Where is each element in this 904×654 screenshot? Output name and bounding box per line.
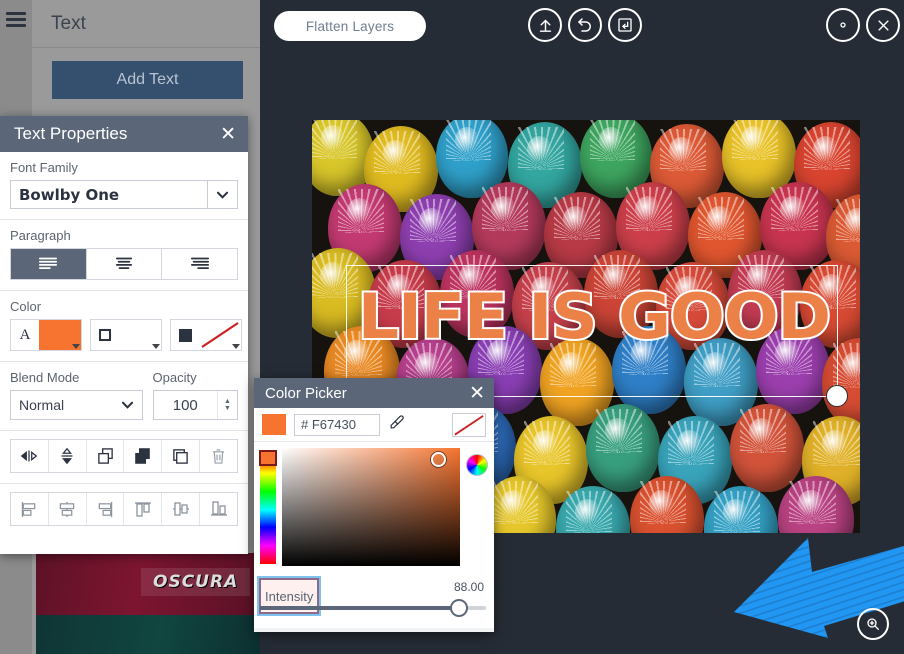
intensity-section: Intensity 88.00: [254, 570, 494, 628]
align-right-icon[interactable]: [86, 493, 125, 525]
font-family-input[interactable]: Bowlby One: [10, 180, 208, 209]
delete-trash-icon[interactable]: [200, 440, 237, 472]
align-bottom-icon[interactable]: [200, 493, 237, 525]
no-color-icon: [454, 414, 484, 435]
text-properties-titlebar: Text Properties ✕: [0, 116, 248, 152]
outline-square-icon: [91, 320, 119, 350]
color-picker-panel: Color Picker ✕ # F67430 Intensity 88.00: [254, 378, 494, 632]
current-color-swatch[interactable]: [262, 414, 286, 435]
color-picker-title: Color Picker: [265, 384, 347, 402]
opacity-spinner[interactable]: ▲ ▼: [217, 391, 237, 419]
intensity-slider[interactable]: [259, 599, 486, 617]
font-family-label: Font Family: [10, 160, 78, 175]
align-left-icon[interactable]: [11, 249, 87, 279]
hue-knob[interactable]: [259, 450, 277, 466]
hamburger-menu-icon[interactable]: [6, 12, 26, 27]
eyedropper-icon[interactable]: [388, 414, 405, 436]
zoom-in-icon[interactable]: [857, 608, 889, 640]
fill-color-swatch[interactable]: [39, 320, 81, 350]
flip-horizontal-icon[interactable]: [11, 440, 49, 472]
bring-forward-icon[interactable]: [86, 440, 125, 472]
text-layer-life-is-good[interactable]: LIFE IS GOOD: [338, 284, 850, 350]
chevron-down-icon[interactable]: [114, 391, 142, 419]
gear-icon[interactable]: [826, 8, 860, 42]
left-panel-title: Text: [32, 0, 260, 48]
stroke-color-swatch[interactable]: [119, 320, 161, 350]
blend-opacity-section: Blend Mode Normal Opacity 100 ▲ ▼: [0, 362, 248, 431]
sv-selector-knob[interactable]: [431, 452, 446, 467]
opacity-stepper[interactable]: 100 ▲ ▼: [152, 390, 238, 420]
blend-mode-label: Blend Mode: [10, 370, 80, 385]
paragraph-label: Paragraph: [10, 228, 71, 243]
chevron-down-icon[interactable]: [152, 344, 160, 349]
stroke-color-control[interactable]: [90, 319, 162, 351]
close-icon[interactable]: ✕: [220, 125, 236, 144]
blend-mode-select[interactable]: Normal: [10, 390, 143, 420]
close-icon[interactable]: ✕: [469, 384, 485, 403]
text-properties-panel: Text Properties ✕ Font Family Bowlby One…: [0, 116, 248, 554]
color-picker-gradient-area: [254, 442, 494, 570]
thumbnail-second[interactable]: [36, 615, 260, 654]
layer-tools-section: [0, 431, 248, 484]
layer-thumbnail-strip[interactable]: OSCURA: [32, 553, 260, 654]
saturation-value-box[interactable]: [282, 448, 460, 566]
undo-icon[interactable]: [568, 8, 602, 42]
color-label: Color: [10, 299, 42, 314]
chevron-down-icon[interactable]: [72, 344, 80, 349]
align-left-icon[interactable]: [11, 493, 49, 525]
font-family-section: Font Family Bowlby One: [0, 152, 248, 220]
add-text-button[interactable]: Add Text: [52, 61, 243, 99]
upload-icon[interactable]: [528, 8, 562, 42]
no-color-button[interactable]: [452, 412, 486, 437]
duplicate-icon[interactable]: [162, 440, 201, 472]
align-center-icon[interactable]: [86, 249, 163, 279]
hex-input[interactable]: # F67430: [294, 413, 380, 436]
paragraph-section: Paragraph: [0, 220, 248, 291]
send-backward-icon[interactable]: [124, 440, 163, 472]
color-wheel-icon[interactable]: [466, 454, 488, 476]
fill-color-control[interactable]: A: [10, 319, 82, 351]
intensity-slider-knob[interactable]: [449, 599, 468, 617]
opacity-label: Opacity: [152, 370, 197, 385]
text-properties-title: Text Properties: [14, 124, 128, 143]
align-right-icon[interactable]: [162, 249, 238, 279]
chevron-down-icon[interactable]: [232, 344, 240, 349]
align-center-horizontal-icon[interactable]: [48, 493, 87, 525]
thumbnail-text: OSCURA: [141, 568, 251, 596]
close-icon[interactable]: [866, 8, 900, 42]
color-picker-hex-row: # F67430: [254, 408, 494, 442]
app-root: Flatten Layers LIFE IS GOOD Text Add Tex…: [0, 0, 904, 654]
shadow-color-control[interactable]: [170, 319, 242, 351]
align-top-icon[interactable]: [124, 493, 163, 525]
align-tools-section: [0, 484, 248, 536]
thumbnail-oscura[interactable]: OSCURA: [36, 553, 260, 615]
color-picker-titlebar: Color Picker ✕: [254, 378, 494, 408]
top-toolbar: Flatten Layers: [260, 0, 904, 53]
hue-slider[interactable]: [259, 448, 277, 566]
chevron-down-icon[interactable]: [208, 180, 238, 209]
blend-mode-value: Normal: [19, 397, 65, 413]
filled-square-icon: [171, 320, 199, 350]
intensity-value: 88.00: [453, 580, 484, 594]
flatten-layers-button[interactable]: Flatten Layers: [274, 11, 426, 41]
save-download-icon[interactable]: [608, 8, 642, 42]
align-center-vertical-icon[interactable]: [162, 493, 201, 525]
flip-vertical-icon[interactable]: [48, 440, 87, 472]
opacity-value[interactable]: 100: [154, 391, 217, 419]
no-color-swatch[interactable]: [199, 320, 241, 350]
color-section: Color A: [0, 291, 248, 362]
letter-a-icon: A: [19, 326, 31, 343]
